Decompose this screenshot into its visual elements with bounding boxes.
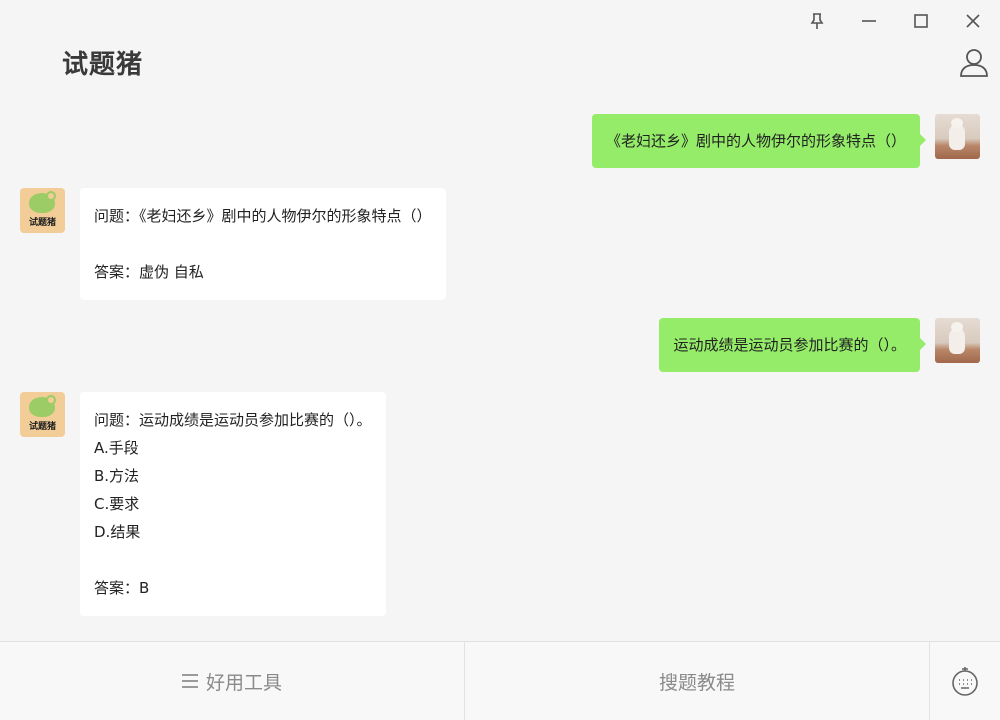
app-window: 试题猪 《老妇还乡》剧中的人物伊尔的形象特点（） 试题猪 问题：《老妇还乡》剧中…: [0, 0, 1000, 720]
tutorial-button[interactable]: 搜题教程: [465, 642, 930, 720]
user-icon[interactable]: [958, 46, 990, 78]
tools-button[interactable]: 好用工具: [0, 642, 465, 720]
maximize-icon[interactable]: [908, 8, 934, 34]
bot-question: 问题：《老妇还乡》剧中的人物伊尔的形象特点（）: [94, 207, 432, 225]
bot-answer: 答案：虚伪 自私: [94, 263, 204, 281]
tools-label: 好用工具: [205, 671, 282, 694]
user-message-bubble: 运动成绩是运动员参加比赛的（）。: [659, 318, 926, 372]
bot-answer: 答案：B: [94, 579, 150, 597]
bottom-bar: 好用工具 搜题教程: [0, 641, 1000, 720]
user-avatar[interactable]: [935, 318, 980, 363]
user-message-text: 《老妇还乡》剧中的人物伊尔的形象特点（）: [605, 132, 906, 150]
chat-area: 《老妇还乡》剧中的人物伊尔的形象特点（） 试题猪 问题：《老妇还乡》剧中的人物伊…: [0, 100, 1000, 640]
bot-option: D.结果: [94, 523, 141, 541]
bot-option: B.方法: [94, 467, 140, 485]
pin-icon[interactable]: [804, 8, 830, 34]
keyboard-icon[interactable]: [930, 642, 1000, 720]
window-controls: [804, 8, 986, 34]
bot-option: C.要求: [94, 495, 140, 513]
bot-message-bubble: 问题：运动成绩是运动员参加比赛的（）。 A.手段 B.方法 C.要求 D.结果 …: [80, 392, 386, 616]
bot-option: A.手段: [94, 439, 139, 457]
user-message-bubble: 《老妇还乡》剧中的人物伊尔的形象特点（）: [591, 114, 927, 168]
bot-message-bubble: 问题：《老妇还乡》剧中的人物伊尔的形象特点（） 答案：虚伪 自私: [80, 188, 446, 300]
minimize-icon[interactable]: [856, 8, 882, 34]
app-title: 试题猪: [62, 50, 144, 80]
bot-avatar-label: 试题猪: [28, 422, 56, 432]
user-message-text: 运动成绩是运动员参加比赛的（）。: [673, 336, 906, 354]
menu-icon: [181, 674, 198, 688]
user-avatar[interactable]: [935, 114, 980, 159]
bot-avatar: 试题猪: [20, 392, 65, 437]
tutorial-label: 搜题教程: [658, 671, 735, 694]
bot-question: 问题：运动成绩是运动员参加比赛的（）。: [94, 411, 372, 429]
bot-avatar: 试题猪: [20, 188, 65, 233]
close-icon[interactable]: [960, 8, 986, 34]
bot-avatar-label: 试题猪: [28, 218, 56, 228]
